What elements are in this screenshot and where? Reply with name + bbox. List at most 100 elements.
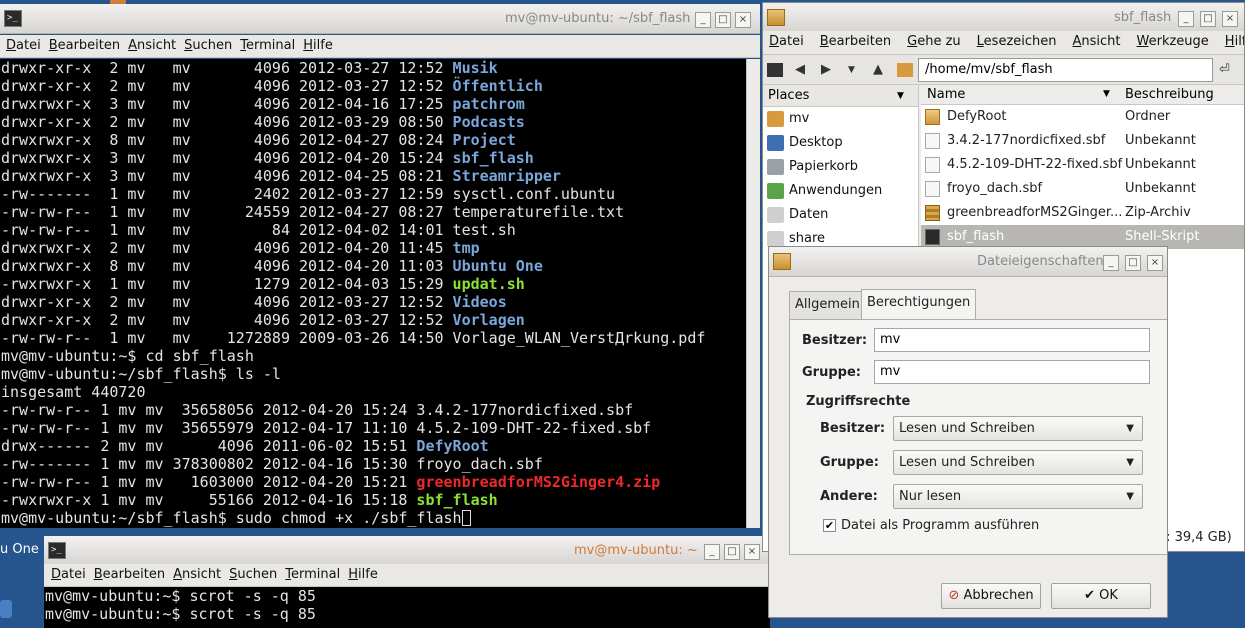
sidebar-item-label: Anwendungen	[789, 183, 883, 198]
menu-item-hilfe[interactable]: Hilfe	[303, 35, 333, 57]
maximize-button[interactable]: □	[1200, 11, 1216, 27]
menu-item-hilfe[interactable]: Hilfe	[1225, 31, 1244, 53]
file-row[interactable]: DefyRoot Ordner	[921, 105, 1244, 129]
file-manager-titlebar[interactable]: sbf_flash _ □ ×	[763, 3, 1244, 33]
sidebar-item-label: share	[789, 231, 826, 246]
terminal-text: greenbreadforMS2Ginger4.zip	[416, 473, 661, 491]
menu-item-hilfe[interactable]: Hilfe	[348, 564, 378, 586]
terminal-text: -rw-rw-r-- 1 mv mv 35655979 2012-04-17 1…	[1, 419, 652, 437]
name-column-header[interactable]: Name	[927, 87, 965, 102]
desc-column-header[interactable]: Beschreibung	[1125, 87, 1214, 102]
ok-button[interactable]: ✔ OK	[1051, 583, 1151, 609]
cancel-button[interactable]: ⊘ Abbrechen	[941, 583, 1041, 609]
main-terminal-scrollbar[interactable]	[746, 59, 760, 528]
file-row[interactable]: 3.4.2-177nordicfixed.sbf Unbekannt	[921, 129, 1244, 153]
terminal-line: -rw-rw-r-- 1 mv mv 35658056 2012-04-20 1…	[1, 401, 746, 419]
main-terminal-output[interactable]: drwxr-xr-x 2 mv mv 4096 2012-03-27 12:52…	[0, 59, 746, 528]
terminal-line: -rwxrwxr-x 1 mv mv 55166 2012-04-16 15:1…	[1, 491, 746, 509]
maximize-button[interactable]: □	[715, 12, 731, 28]
terminal-text: Vorlagen	[452, 311, 525, 329]
menu-item-bearbeiten[interactable]: Bearbeiten	[94, 564, 165, 586]
second-terminal-output[interactable]: mv@mv-ubuntu:~$ scrot -s -q 85 mv@mv-ubun…	[44, 587, 770, 628]
maximize-button[interactable]: □	[1125, 255, 1141, 271]
place-icon	[767, 159, 784, 175]
main-terminal-titlebar[interactable]: >_ mv@mv-ubuntu: ~/sbf_flash _ □ ×	[0, 4, 760, 34]
dialog-titlebar[interactable]: Dateieigenschaften _ □ ×	[769, 247, 1167, 277]
cancel-button-label: Abbrechen	[963, 588, 1034, 603]
file-row[interactable]: 4.5.2-109-DHT-22-fixed.sbf Unbekannt	[921, 153, 1244, 177]
terminal-line: drwx------ 2 mv mv 4096 2011-06-02 15:51…	[1, 437, 746, 455]
back-arrow-icon[interactable]: ◀	[795, 62, 805, 77]
terminal-line: -rwxrwxr-x 1 mv mv 1279 2012-04-03 15:29…	[1, 275, 746, 293]
menu-item-werkzeuge[interactable]: Werkzeuge	[1137, 31, 1209, 53]
terminal-icon[interactable]	[767, 63, 783, 77]
go-button-icon[interactable]: ⏎	[1219, 62, 1230, 77]
tab-general[interactable]: Allgemein	[789, 291, 866, 319]
forward-arrow-icon[interactable]: ▶	[821, 62, 831, 77]
close-button[interactable]: ×	[744, 544, 760, 560]
sidebar-item-papierkorb[interactable]: Papierkorb	[763, 155, 918, 179]
group-access-select[interactable]: Lesen und Schreiben ▼	[893, 450, 1143, 475]
minimize-button[interactable]: _	[1178, 11, 1194, 27]
terminal-line: drwxrwxr-x 2 mv mv 4096 2012-04-20 11:45…	[1, 239, 746, 257]
places-header[interactable]: Places ▼	[763, 85, 918, 107]
others-access-select[interactable]: Nur lesen ▼	[893, 484, 1143, 509]
up-arrow-icon[interactable]: ▲	[873, 62, 883, 77]
close-button[interactable]: ×	[1147, 255, 1163, 271]
menu-item-ansicht[interactable]: Ansicht	[173, 564, 221, 586]
terminal-text: updat.sh	[452, 275, 525, 293]
place-icon	[767, 183, 784, 199]
menu-item-datei[interactable]: Datei	[6, 35, 41, 57]
desktop-launcher-icon[interactable]	[0, 600, 12, 618]
menu-item-lesezeichen[interactable]: Lesezeichen	[977, 31, 1057, 53]
owner-access-select[interactable]: Lesen und Schreiben ▼	[893, 416, 1143, 441]
close-button[interactable]: ×	[1222, 11, 1238, 27]
terminal-line: mv@mv-ubuntu:~$ scrot -s -q 85	[45, 605, 770, 623]
owner-field[interactable]: mv	[874, 328, 1150, 352]
script-icon	[925, 229, 940, 245]
menu-item-terminal[interactable]: Terminal	[285, 564, 340, 586]
menu-item-bearbeiten[interactable]: Bearbeiten	[49, 35, 120, 57]
file-row[interactable]: froyo_dach.sbf Unbekannt	[921, 177, 1244, 201]
properties-dialog: Dateieigenschaften _ □ × Allgemein Berec…	[768, 246, 1168, 618]
group-field[interactable]: mv	[874, 360, 1150, 384]
sidebar-item-mv[interactable]: mv	[763, 107, 918, 131]
minimize-button[interactable]: _	[704, 544, 720, 560]
terminal-text: mv@mv-ubuntu:~$ scrot -s -q 85	[45, 605, 316, 623]
sidebar-item-anwendungen[interactable]: Anwendungen	[763, 179, 918, 203]
terminal-text: Öffentlich	[452, 77, 543, 95]
folder-icon	[767, 9, 785, 26]
terminal-text: -rwxrwxr-x 1 mv mv 1279 2012-04-03 15:29	[1, 275, 453, 293]
desktop-icon-label[interactable]: u One	[0, 542, 39, 557]
menu-item-ansicht[interactable]: Ansicht	[1073, 31, 1121, 53]
menu-item-bearbeiten[interactable]: Bearbeiten	[820, 31, 891, 53]
sidebar-item-label: Desktop	[789, 135, 843, 150]
menu-item-suchen[interactable]: Suchen	[229, 564, 277, 586]
terminal-text: Podcasts	[452, 113, 525, 131]
location-bar[interactable]: /home/mv/sbf_flash	[918, 58, 1213, 82]
file-manager-title: sbf_flash	[1114, 10, 1172, 25]
menu-item-terminal[interactable]: Terminal	[240, 35, 295, 57]
minimize-button[interactable]: _	[1103, 255, 1119, 271]
file-list-header: Name ▼ Beschreibung	[921, 85, 1244, 105]
execute-checkbox-label[interactable]: Datei als Programm ausführen	[841, 518, 1039, 533]
sidebar-item-desktop[interactable]: Desktop	[763, 131, 918, 155]
file-row[interactable]: greenbreadforMS2Ginger... Zip-Archiv	[921, 201, 1244, 225]
group-access-value: Lesen und Schreiben	[899, 455, 1035, 470]
menu-item-datei[interactable]: Datei	[51, 564, 86, 586]
sidebar-item-daten[interactable]: Daten	[763, 203, 918, 227]
execute-checkbox[interactable]: ✔	[823, 519, 836, 532]
menu-item-ansicht[interactable]: Ansicht	[128, 35, 176, 57]
menu-item-gehe-zu[interactable]: Gehe zu	[907, 31, 961, 53]
tab-permissions[interactable]: Berechtigungen	[861, 289, 977, 320]
menu-item-datei[interactable]: Datei	[769, 31, 804, 53]
maximize-button[interactable]: □	[724, 544, 740, 560]
group-label: Gruppe:	[802, 365, 861, 380]
menu-item-suchen[interactable]: Suchen	[184, 35, 232, 57]
close-button[interactable]: ×	[735, 12, 751, 28]
second-terminal-titlebar[interactable]: >_ mv@mv-ubuntu: ~ _ □ ×	[44, 536, 770, 566]
terminal-text: sbf_flash	[416, 491, 498, 509]
minimize-button[interactable]: _	[695, 12, 711, 28]
terminal-text: drwxr-xr-x 2 mv mv 4096 2012-03-29 08:50	[1, 113, 453, 131]
history-dropdown-icon[interactable]: ▼	[848, 65, 855, 75]
